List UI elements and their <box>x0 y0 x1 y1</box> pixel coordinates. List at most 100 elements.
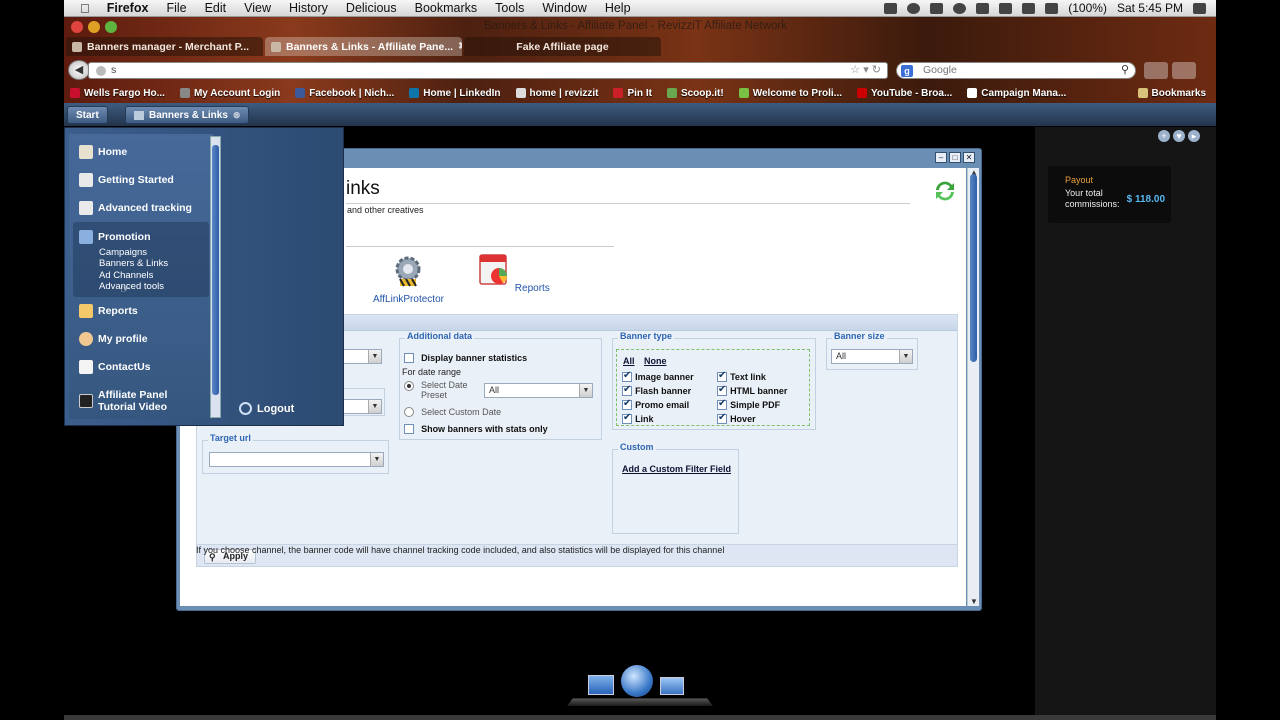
time-machine-icon[interactable] <box>953 2 967 14</box>
bookmark-item[interactable]: My Account Login <box>179 88 280 99</box>
apple-menu-icon[interactable]:  <box>64 1 98 16</box>
bookmark-item[interactable]: Campaign Mana... <box>967 88 1066 99</box>
search-icon[interactable]: ⚲ <box>1121 63 1129 76</box>
volume-icon[interactable] <box>1022 2 1036 14</box>
drive-status-icon[interactable] <box>930 2 944 14</box>
select-none-link[interactable]: None <box>644 356 667 366</box>
banner-size-select[interactable]: All ▼ <box>831 349 913 364</box>
zoom-window-icon[interactable] <box>105 21 117 33</box>
bookmarks-menu[interactable]: Bookmarks <box>1137 88 1206 99</box>
bookmark-item[interactable]: Scoop.it! <box>666 88 724 99</box>
menu-advanced-tracking[interactable]: Advanced tracking <box>79 201 192 215</box>
date-preset-radio[interactable] <box>404 381 414 391</box>
submenu-ad-channels[interactable]: Ad Channels <box>99 270 153 281</box>
menu-history[interactable]: History <box>280 1 337 15</box>
maximize-icon[interactable]: □ <box>949 152 961 163</box>
type-text-link[interactable]: Text link <box>717 370 766 383</box>
type-simple-pdf[interactable]: Simple PDF <box>717 398 780 411</box>
submenu-advanced-tools[interactable]: Advanced tools <box>99 281 164 292</box>
scroll-thumb[interactable] <box>970 174 977 362</box>
window-scrollbar[interactable]: ▲ ▼ <box>967 168 979 606</box>
bookmark-item[interactable]: Pin It <box>613 88 652 99</box>
menu-help[interactable]: Help <box>596 1 640 15</box>
reports-link[interactable]: Reports <box>476 252 550 294</box>
bookmark-item[interactable]: YouTube - Broa... <box>857 88 952 99</box>
bookmark-star-icon[interactable]: ☆ ▾ ↻ <box>850 63 881 76</box>
menu-app-firefox[interactable]: Firefox <box>98 1 158 15</box>
menu-getting-started[interactable]: Getting Started <box>79 173 174 187</box>
stats-only-row[interactable]: Show banners with stats only <box>404 423 548 435</box>
checkbox[interactable] <box>717 384 727 397</box>
add-icon[interactable]: + <box>1158 130 1170 142</box>
type-flash-banner[interactable]: Flash banner <box>622 384 691 397</box>
camera-status-icon[interactable] <box>884 2 898 14</box>
add-custom-filter-link[interactable]: Add a Custom Filter Field <box>622 464 731 474</box>
submenu-campaigns[interactable]: Campaigns <box>99 247 147 258</box>
type-html-banner[interactable]: HTML banner <box>717 384 787 397</box>
checkbox[interactable] <box>622 384 632 397</box>
addon-button[interactable] <box>1172 62 1196 79</box>
minimize-window-icon[interactable] <box>88 21 100 33</box>
display-stats-checkbox[interactable] <box>404 353 414 364</box>
scroll-down-icon[interactable]: ▼ <box>970 597 978 606</box>
checkbox[interactable] <box>717 412 727 425</box>
custom-date-radio[interactable] <box>404 407 414 418</box>
search-bar[interactable]: g Google ⚲ <box>896 62 1136 79</box>
bookmark-item[interactable]: home | revizzit <box>515 88 598 99</box>
menu-bookmarks[interactable]: Bookmarks <box>406 1 487 15</box>
url-bar[interactable]: s ☆ ▾ ↻ <box>88 62 888 79</box>
menu-contact-us[interactable]: ContactUs <box>79 360 151 374</box>
menu-reports[interactable]: Reports <box>79 304 138 318</box>
menu-view[interactable]: View <box>235 1 280 15</box>
close-icon[interactable]: ⊗ <box>233 110 241 121</box>
sync-status-icon[interactable] <box>907 2 921 14</box>
tab-banners-links[interactable]: Banners & Links - Affiliate Pane... ✖ <box>265 37 462 56</box>
menu-promotion[interactable]: Promotion <box>79 230 151 244</box>
target-url-select[interactable]: ▼ <box>209 452 384 467</box>
menu-window[interactable]: Window <box>533 1 595 15</box>
checkbox[interactable] <box>622 370 632 383</box>
scroll-thumb[interactable] <box>212 145 219 395</box>
menu-file[interactable]: File <box>157 1 195 15</box>
window-dock-icon[interactable] <box>660 677 684 695</box>
next-icon[interactable]: ▸ <box>1188 130 1200 142</box>
clock[interactable]: Sat 5:45 PM <box>1117 1 1183 15</box>
globe-dock-icon[interactable] <box>621 665 653 697</box>
heart-icon[interactable]: ♥ <box>1173 130 1185 142</box>
bookmark-item[interactable]: Facebook | Nich... <box>295 88 394 99</box>
menu-tools[interactable]: Tools <box>486 1 533 15</box>
checkbox[interactable] <box>717 370 727 383</box>
bookmark-item[interactable]: Welcome to Proli... <box>738 88 842 99</box>
menu-delicious[interactable]: Delicious <box>337 1 406 15</box>
bluetooth-icon[interactable] <box>999 2 1013 14</box>
afflinkprotector-link[interactable]: AffLinkProtector <box>373 252 444 305</box>
start-menu-scrollbar[interactable] <box>210 136 221 418</box>
bookmark-item[interactable]: Home | LinkedIn <box>409 88 501 99</box>
date-preset-select[interactable]: All ▼ <box>484 383 593 398</box>
back-button[interactable]: ◀ <box>68 60 90 80</box>
close-icon[interactable]: ✕ <box>963 152 975 163</box>
tab-fake-affiliate[interactable]: Fake Affiliate page <box>464 37 661 56</box>
custom-date-option[interactable]: Select Custom Date <box>404 406 501 418</box>
logout-button[interactable]: Logout <box>239 402 294 415</box>
select-all-link[interactable]: All <box>623 356 635 366</box>
close-window-icon[interactable] <box>71 21 83 33</box>
type-hover[interactable]: Hover <box>717 412 756 425</box>
desktop-dock-icon[interactable] <box>588 675 614 695</box>
wifi-icon[interactable] <box>976 2 990 14</box>
type-image-banner[interactable]: Image banner <box>622 370 694 383</box>
refresh-icon[interactable] <box>932 178 958 204</box>
menu-edit[interactable]: Edit <box>196 1 236 15</box>
start-button[interactable]: Start <box>67 106 108 124</box>
submenu-banners-links[interactable]: Banners & Links <box>99 258 168 269</box>
checkbox[interactable] <box>717 398 727 411</box>
stats-only-checkbox[interactable] <box>404 424 414 435</box>
checkbox[interactable] <box>622 412 632 425</box>
display-stats-row[interactable]: Display banner statistics <box>404 352 527 364</box>
menu-tutorial-video[interactable]: Affiliate Panel Tutorial Video <box>79 389 189 413</box>
spotlight-icon[interactable] <box>1193 2 1206 14</box>
type-promo-email[interactable]: Promo email <box>622 398 689 411</box>
type-link[interactable]: Link <box>622 412 654 425</box>
checkbox[interactable] <box>622 398 632 411</box>
home-button[interactable] <box>1144 62 1168 79</box>
